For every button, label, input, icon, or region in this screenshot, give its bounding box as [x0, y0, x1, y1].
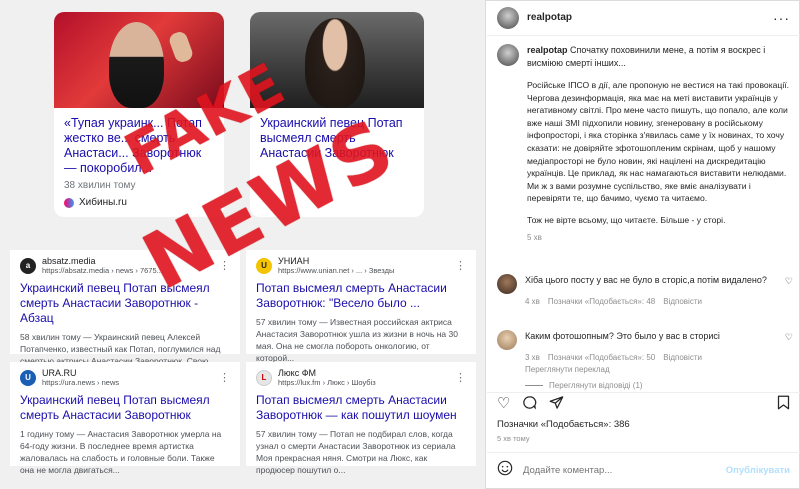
comment: Хіба цього посту у вас не було в сторіс,…: [497, 274, 793, 306]
result-snippet: 1 годину тому — Анастасия Заворотнюк уме…: [20, 429, 222, 475]
site-favicon-icon: U: [20, 369, 36, 386]
share-icon[interactable]: [549, 395, 564, 413]
view-replies-link[interactable]: Переглянути відповіді (1): [525, 381, 643, 390]
result-title[interactable]: Потап высмеял смерть Анастасии Заворотню…: [256, 281, 466, 311]
site-favicon-icon: L: [256, 369, 272, 386]
result-title[interactable]: Потап высмеял смерть Анастасии Заворотню…: [256, 393, 466, 423]
post-time: 5 хв тому: [497, 434, 530, 443]
comment-icon[interactable]: [522, 395, 537, 413]
result-title[interactable]: Украинский певец Потап высмеял смерть Ан…: [20, 393, 230, 423]
publish-button[interactable]: Опублікувати: [726, 465, 790, 476]
source-logo-icon: [64, 197, 74, 208]
site-favicon-icon: a: [20, 257, 36, 274]
caption-paragraph: Російське ІПСО в дії, але пропоную не ве…: [527, 80, 790, 204]
avatar[interactable]: [497, 44, 519, 66]
heart-icon[interactable]: ♡: [497, 396, 510, 411]
post-header: realpotap ···: [487, 0, 800, 36]
post-caption: realpotap Спочатку поховинили мене, а по…: [497, 44, 793, 242]
heart-icon[interactable]: ♡: [785, 332, 793, 350]
post-author[interactable]: realpotap: [527, 12, 572, 23]
comment-time: 4 хв: [525, 297, 540, 306]
likes-count[interactable]: Позначки «Подобається»: 386: [497, 419, 630, 430]
comment-likes[interactable]: Позначки «Подобається»: 48: [548, 297, 655, 306]
result-snippet: 57 хвилин тому — Известная российская ак…: [256, 317, 458, 363]
reply-link[interactable]: Відповісти: [663, 297, 702, 306]
translate-link[interactable]: Переглянути переклад: [525, 365, 610, 374]
search-result: U УНИАН https://www.unian.net › ... › Зв…: [246, 250, 476, 363]
caption-author[interactable]: realpotap: [527, 45, 568, 55]
search-result: U URA.RU https://ura.news › news ⋮ Украи…: [10, 362, 240, 475]
search-result: L Люкс ФМ https://lux.fm › Люкс › Шоубіз…: [246, 362, 476, 475]
bookmark-icon[interactable]: [777, 395, 790, 413]
avatar[interactable]: [497, 330, 517, 350]
caption-paragraph: Тож не вірте всьому, що читаєте. Більше …: [527, 214, 726, 225]
more-options-icon[interactable]: ···: [773, 10, 790, 26]
heart-icon[interactable]: ♡: [785, 276, 793, 294]
comment-time: 3 хв: [525, 353, 540, 362]
comment-text: Каким фотошопным? Это было у вас в стори…: [525, 331, 720, 341]
more-options-icon[interactable]: ⋮: [219, 371, 230, 384]
caption-time: 5 хв: [527, 232, 542, 242]
reply-link[interactable]: Відповісти: [663, 353, 702, 362]
post-sidebar: realpotap ··· realpotap Спочатку поховин…: [487, 0, 800, 489]
avatar[interactable]: [497, 6, 519, 29]
post-actions-bar: ♡: [487, 392, 800, 414]
more-options-icon[interactable]: ⋮: [455, 371, 466, 384]
more-options-icon[interactable]: ⋮: [455, 259, 466, 272]
result-snippet: 57 хвилин тому — Потап не подбирал слов,…: [256, 429, 456, 475]
comment-text: Хіба цього посту у вас не було в сторіс,…: [525, 275, 767, 285]
avatar[interactable]: [497, 274, 517, 294]
post-image: «Тупая украинк... Потап жестко ве... сме…: [0, 0, 486, 489]
comment: Каким фотошопным? Это было у вас в стори…: [497, 330, 793, 374]
comment-likes[interactable]: Позначки «Подобається»: 50: [548, 353, 655, 362]
emoji-icon[interactable]: [497, 460, 513, 481]
add-comment-bar: Опублікувати: [487, 452, 800, 488]
comment-input[interactable]: [523, 465, 716, 476]
